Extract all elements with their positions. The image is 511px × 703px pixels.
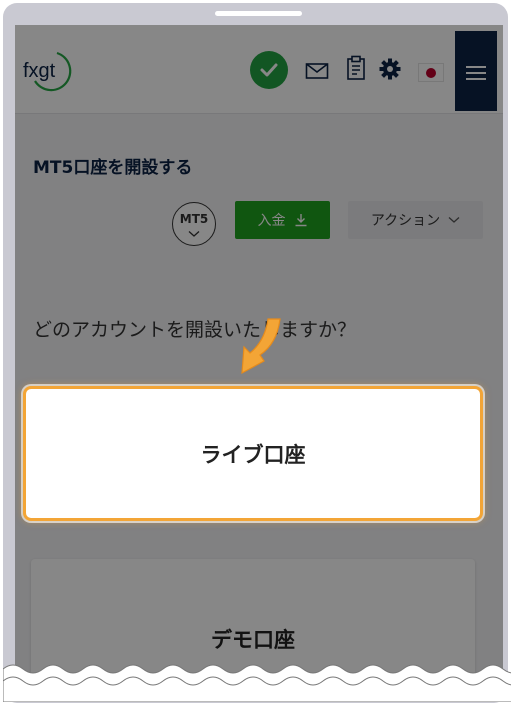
mt5-platform-toggle[interactable]: MT5	[172, 202, 216, 246]
action-label: アクション	[370, 213, 441, 229]
screenshot-torn-edge	[3, 664, 511, 702]
live-account-card[interactable]: ライブ口座	[23, 386, 483, 521]
gear-icon[interactable]	[379, 58, 401, 80]
pointer-arrow-icon	[241, 318, 281, 375]
action-dropdown[interactable]: アクション	[348, 201, 483, 239]
check-icon	[260, 63, 278, 77]
download-icon	[295, 214, 306, 227]
hamburger-menu-icon	[466, 66, 486, 68]
phone-frame: fxgt MT5口座を開設する MT5 入金 アクション どのアカウントを開設い…	[3, 3, 511, 703]
top-header: fxgt	[15, 25, 503, 114]
phone-notch	[215, 11, 302, 16]
page-title: MT5口座を開設する	[33, 158, 193, 178]
chevron-down-icon	[188, 231, 200, 237]
live-account-label: ライブ口座	[200, 442, 306, 467]
account-type-question: どのアカウントを開設いたしますか？	[33, 319, 357, 341]
logo-text: fxgt	[23, 60, 56, 82]
fxgt-logo[interactable]: fxgt	[21, 47, 85, 95]
clipboard-icon[interactable]	[346, 55, 366, 81]
mail-icon[interactable]	[305, 62, 329, 80]
demo-account-label: デモ口座	[211, 628, 295, 652]
deposit-label: 入金	[257, 213, 286, 229]
verified-check-button[interactable]	[250, 51, 288, 89]
hamburger-menu-button[interactable]	[455, 31, 497, 111]
deposit-button[interactable]: 入金	[235, 201, 330, 239]
japan-flag-icon[interactable]	[418, 63, 444, 82]
chevron-down-icon	[448, 217, 460, 223]
mt5-badge-label: MT5	[179, 212, 209, 226]
